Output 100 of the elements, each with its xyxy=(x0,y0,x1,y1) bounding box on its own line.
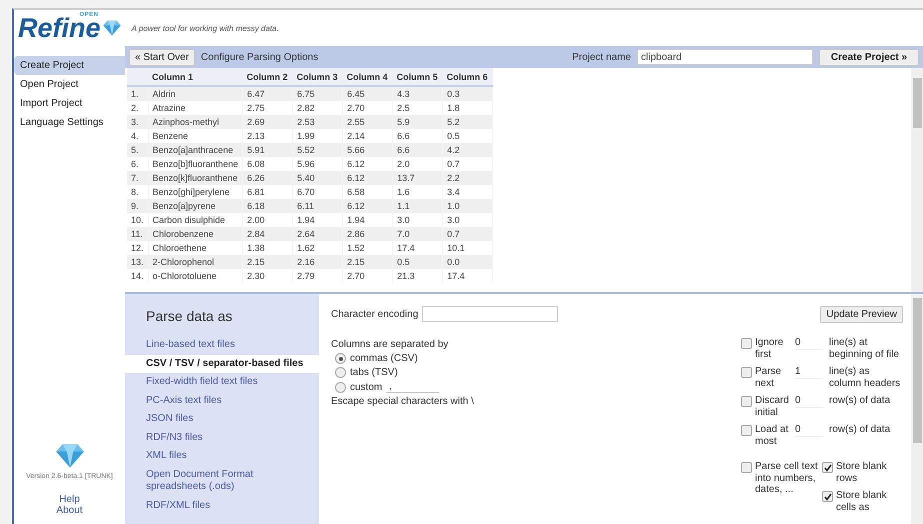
format-item[interactable]: Fixed-width field text files xyxy=(125,373,319,392)
radio-button[interactable] xyxy=(335,382,346,392)
checkbox[interactable] xyxy=(741,396,752,407)
sidebar-item[interactable]: Open Project xyxy=(14,75,125,94)
format-item[interactable]: RDF/N3 files xyxy=(125,428,319,447)
table-cell: 2.53 xyxy=(292,115,343,129)
option-suffix: line(s) as column headers xyxy=(829,366,902,389)
table-cell: 13. xyxy=(127,255,148,269)
table-cell: 0.3 xyxy=(442,86,493,101)
project-name-field[interactable]: clipboard xyxy=(637,49,813,65)
checkbox[interactable] xyxy=(741,462,752,473)
update-preview-button[interactable]: Update Preview xyxy=(820,306,903,323)
table-cell: 11. xyxy=(127,227,148,241)
table-cell: 21.3 xyxy=(392,269,443,283)
number-field[interactable]: 0 xyxy=(795,337,823,350)
table-cell: 6.75 xyxy=(292,86,343,101)
separator-field[interactable]: , xyxy=(386,381,440,393)
format-item[interactable]: RDF/XML files xyxy=(125,496,319,515)
checkbox[interactable] xyxy=(822,491,833,502)
table-cell: 2.79 xyxy=(292,269,343,283)
table-cell: 2-Chlorophenol xyxy=(148,255,243,269)
scrollbar[interactable] xyxy=(911,294,923,524)
radio-label: custom xyxy=(350,382,382,392)
table-cell: 5.91 xyxy=(242,143,293,157)
sidebar-item[interactable]: Language Settings xyxy=(14,113,125,132)
radio-button[interactable] xyxy=(335,353,346,364)
table-cell: 5.9 xyxy=(392,115,443,129)
table-cell: 5.66 xyxy=(342,143,393,157)
create-project-button[interactable]: Create Project » xyxy=(819,48,919,66)
format-item[interactable]: Open Document Format spreadsheets (.ods) xyxy=(125,466,319,496)
column-header: Column 3 xyxy=(292,68,343,86)
checkbox[interactable] xyxy=(741,367,752,378)
column-header: Column 5 xyxy=(392,68,443,86)
table-cell: 13.7 xyxy=(392,171,443,185)
table-cell: 0.5 xyxy=(392,255,443,269)
table-cell: Azinphos-methyl xyxy=(148,115,243,129)
option-label: Parse next xyxy=(755,366,782,389)
radio-button[interactable] xyxy=(335,367,346,378)
sidebar-item[interactable]: Create Project xyxy=(14,56,125,75)
table-cell: 7.0 xyxy=(392,227,443,241)
table-cell: Aldrin xyxy=(148,86,243,101)
option-label: Load at most xyxy=(755,424,790,447)
option-label: Ignore first xyxy=(755,337,784,360)
table-cell: 6.45 xyxy=(342,86,393,101)
checkbox[interactable] xyxy=(741,425,752,436)
table-cell: 5. xyxy=(127,143,148,157)
separator-label: Columns are separated by xyxy=(331,339,450,350)
radio-label: tabs (TSV) xyxy=(350,367,398,378)
escape-label: Escape special characters with \ xyxy=(331,396,475,407)
scrollbar[interactable] xyxy=(911,68,923,292)
number-field[interactable]: 0 xyxy=(795,395,823,408)
table-cell: 4.3 xyxy=(392,86,443,101)
column-header: Column 1 xyxy=(148,68,243,86)
table-cell: 3. xyxy=(127,115,148,129)
table-cell: Benzo[a]pyrene xyxy=(148,199,243,213)
option-label: Store blank rows xyxy=(836,461,888,484)
encoding-field[interactable] xyxy=(422,306,558,322)
format-item[interactable]: PC-Axis text files xyxy=(125,392,319,410)
sidebar-item[interactable]: Import Project xyxy=(14,94,125,113)
diamond-icon xyxy=(54,443,86,469)
format-item[interactable]: CSV / TSV / separator-based files xyxy=(125,354,319,373)
format-item[interactable]: JSON files xyxy=(125,410,319,428)
option-suffix: row(s) of data xyxy=(829,424,892,436)
sidebar-link[interactable]: About xyxy=(56,505,83,516)
table-cell: 1.1 xyxy=(392,199,443,213)
table-cell: 6.18 xyxy=(242,199,293,213)
table-cell: 1. xyxy=(127,86,148,101)
format-item[interactable]: XML files xyxy=(125,447,319,466)
number-field[interactable]: 0 xyxy=(795,424,823,436)
checkbox[interactable] xyxy=(741,338,752,349)
table-cell: o-Chlorotoluene xyxy=(148,269,243,283)
table-cell: 6.12 xyxy=(342,171,393,185)
table-cell: 2.84 xyxy=(242,227,293,241)
start-over-button[interactable]: « Start Over xyxy=(129,48,195,66)
table-cell: 5.52 xyxy=(292,143,343,157)
table-cell: 2.64 xyxy=(292,227,343,241)
format-item[interactable]: Line-based text files xyxy=(125,336,319,354)
table-cell: Benzo[a]anthracene xyxy=(148,143,243,157)
table-cell: 5.40 xyxy=(292,171,343,185)
option-label: Parse cell text into numbers, dates, ... xyxy=(755,461,819,496)
table-cell: 6.12 xyxy=(342,199,393,213)
table-cell: 5.2 xyxy=(442,115,493,129)
tagline: A power tool for working with messy data. xyxy=(132,24,279,32)
table-cell: 1.0 xyxy=(442,199,493,213)
column-header: Column 6 xyxy=(442,68,493,86)
table-cell: 2.2 xyxy=(442,171,493,185)
table-cell: 6.6 xyxy=(392,143,443,157)
table-cell: 4.2 xyxy=(442,143,493,157)
table-cell: 9. xyxy=(127,199,148,213)
radio-label: commas (CSV) xyxy=(350,353,418,364)
sidebar-link[interactable]: Help xyxy=(59,494,80,505)
encoding-label: Character encoding xyxy=(331,308,418,320)
table-cell: 2.55 xyxy=(342,115,393,129)
table-cell: 2.16 xyxy=(292,255,343,269)
table-cell: Benzo[k]fluoranthene xyxy=(148,171,243,185)
table-cell: 2.69 xyxy=(242,115,293,129)
checkbox[interactable] xyxy=(822,462,833,473)
option-suffix: line(s) at beginning of file xyxy=(829,337,900,360)
number-field[interactable]: 1 xyxy=(795,366,823,378)
table-cell: 6.47 xyxy=(242,86,293,101)
